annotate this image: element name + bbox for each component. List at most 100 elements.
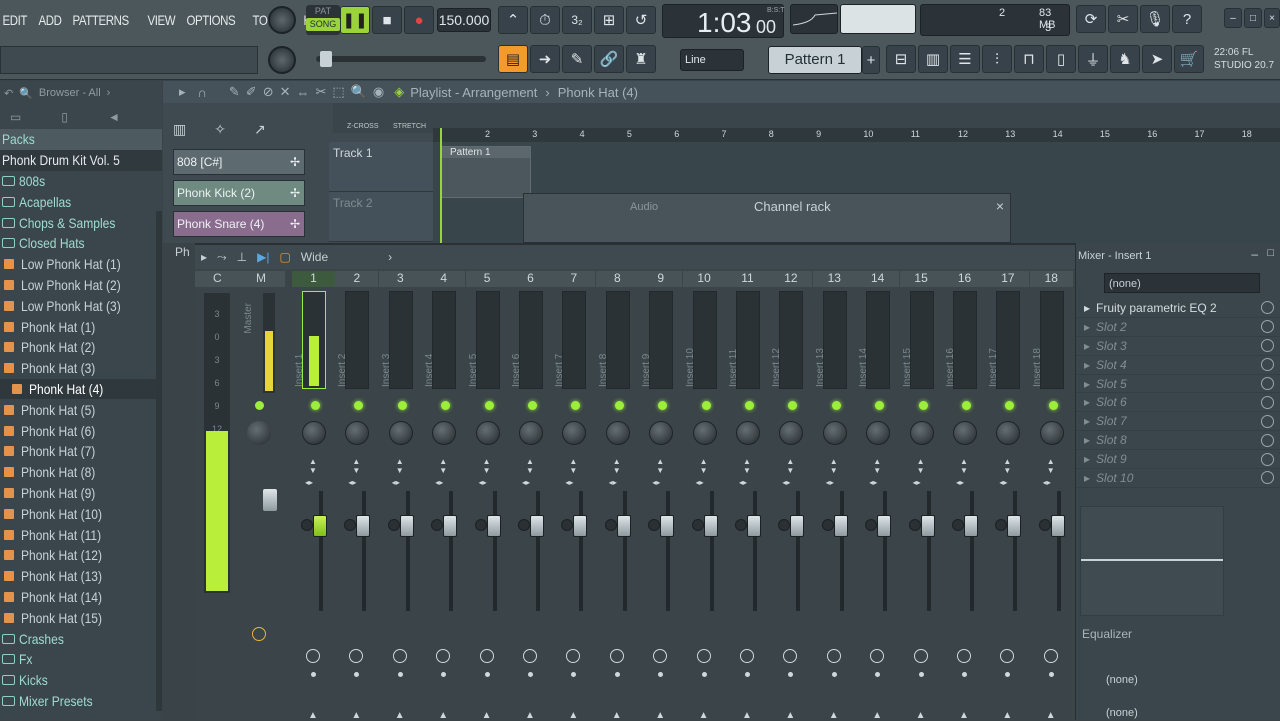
- swap-icon[interactable]: ▲ ▼: [786, 457, 794, 475]
- search-icon[interactable]: 🔍: [19, 87, 33, 100]
- playhead[interactable]: [440, 128, 442, 243]
- insert-strip[interactable]: 4 Insert 4 ▲ ▼ ◂▸ ▲: [422, 271, 466, 721]
- insert-stereo-knob[interactable]: [865, 519, 878, 531]
- browser-item[interactable]: Phonk Hat (2): [0, 337, 162, 358]
- track-header[interactable]: Track 1: [329, 142, 433, 192]
- insert-strip[interactable]: 8 Insert 8 ▲ ▼ ◂▸ ▲: [595, 271, 639, 721]
- effect-slot[interactable]: ▸ Slot 5: [1076, 375, 1280, 394]
- slip-tool-icon[interactable]: ⇔: [297, 85, 310, 100]
- swap-icon[interactable]: ▲ ▼: [309, 457, 317, 475]
- insert-stereo-knob[interactable]: [301, 519, 313, 531]
- insert-stereo-knob[interactable]: [561, 519, 574, 531]
- reset-icon[interactable]: ⟳: [1076, 5, 1106, 33]
- link-icon[interactable]: 🔗: [594, 45, 624, 73]
- piano-icon[interactable]: ▥: [173, 121, 186, 138]
- route-dot[interactable]: [528, 672, 533, 677]
- latency-icon[interactable]: [436, 649, 451, 663]
- insert-stereo-knob[interactable]: [387, 519, 400, 531]
- insert-enable-led[interactable]: [354, 401, 364, 410]
- insert-stereo-knob[interactable]: [735, 519, 747, 531]
- plugin-picker-icon[interactable]: ➤: [1142, 45, 1172, 73]
- swap-icon[interactable]: ▲ ▼: [743, 457, 751, 475]
- insert-strip[interactable]: 18 Insert 18 ▲ ▼ ◂▸ ▲: [1029, 271, 1073, 721]
- browser-item[interactable]: 808s: [0, 171, 162, 192]
- pattern-clip[interactable]: Pattern 1: [441, 146, 531, 198]
- route-dot[interactable]: [614, 672, 620, 677]
- record-button[interactable]: ●: [404, 6, 434, 34]
- menu-search-field[interactable]: [0, 46, 258, 74]
- insert-fader[interactable]: [1007, 515, 1022, 537]
- insert-fader[interactable]: [486, 515, 501, 537]
- latency-icon[interactable]: [349, 649, 364, 663]
- route-dot[interactable]: [745, 672, 750, 677]
- latency-icon[interactable]: [653, 649, 668, 663]
- playlist-icon[interactable]: ▤: [498, 45, 528, 73]
- help-icon[interactable]: ?: [1172, 5, 1202, 33]
- input-select[interactable]: (none): [1104, 273, 1260, 293]
- insert-enable-led[interactable]: [701, 401, 711, 410]
- insert-stereo-knob[interactable]: [995, 519, 1008, 531]
- slot-mix-knob[interactable]: [1261, 414, 1274, 428]
- insert-fader[interactable]: [877, 515, 892, 537]
- insert-close-icon[interactable]: □: [1267, 247, 1274, 259]
- browser-item[interactable]: Fx: [0, 649, 162, 670]
- arrow-right-icon[interactable]: ▸: [179, 84, 186, 100]
- add-pattern-button[interactable]: +: [862, 46, 880, 74]
- routing-icon[interactable]: ⊓: [1014, 45, 1044, 73]
- insert-strip[interactable]: 13 Insert 13 ▲ ▼ ◂▸ ▲: [812, 271, 856, 721]
- menu-item-patterns[interactable]: PATTERNS: [70, 12, 131, 28]
- latency-icon[interactable]: [696, 649, 711, 663]
- stereo-icon[interactable]: ◂▸: [348, 478, 356, 487]
- latency-icon[interactable]: [392, 649, 407, 663]
- insert-pan-knob[interactable]: [692, 421, 717, 445]
- stereo-icon[interactable]: ◂▸: [1043, 478, 1051, 487]
- magnet-icon[interactable]: ∩: [198, 85, 207, 100]
- insert-fader[interactable]: [443, 515, 458, 537]
- slot-mix-knob[interactable]: [1261, 320, 1274, 334]
- insert-pan-knob[interactable]: [388, 421, 413, 445]
- tempo-display[interactable]: 150.000: [437, 8, 491, 32]
- effect-slot[interactable]: ▸ Slot 8: [1076, 431, 1280, 451]
- pat-song-switch[interactable]: PAT SONG: [306, 5, 340, 35]
- mixer-view-arrow[interactable]: ›: [388, 250, 392, 264]
- swap-icon[interactable]: ▲ ▼: [1003, 457, 1011, 475]
- swap-icon[interactable]: ▲ ▼: [569, 457, 577, 475]
- cut-icon[interactable]: ✂: [1108, 5, 1138, 33]
- insert-pan-knob[interactable]: [822, 421, 847, 445]
- route-arrow-icon[interactable]: ▲: [655, 710, 665, 721]
- route-dot[interactable]: [962, 672, 967, 677]
- menu-item-add[interactable]: ADD: [36, 12, 64, 28]
- stop-button[interactable]: ■: [372, 6, 402, 34]
- shop-icon[interactable]: 🛒: [1174, 45, 1204, 73]
- file-icon[interactable]: ▯: [1046, 45, 1076, 73]
- stereo-icon[interactable]: ◂▸: [999, 478, 1007, 487]
- insert-enable-led[interactable]: [745, 401, 754, 410]
- browser-item[interactable]: Packs: [0, 129, 162, 150]
- performance-icon[interactable]: ♞: [1110, 45, 1140, 73]
- route-arrow-icon[interactable]: ▲: [959, 710, 969, 721]
- menu-item-edit[interactable]: EDIT: [0, 12, 29, 28]
- insert-stereo-knob[interactable]: [908, 519, 921, 531]
- effect-slot[interactable]: ▸ Fruity parametric EQ 2: [1076, 299, 1280, 318]
- insert-strip[interactable]: 11 Insert 11 ▲ ▼ ◂▸ ▲: [726, 271, 769, 721]
- stereo-icon[interactable]: ◂▸: [435, 478, 443, 487]
- slot-mix-knob[interactable]: [1261, 395, 1274, 409]
- browser-item[interactable]: Phonk Hat (10): [0, 503, 162, 524]
- swap-icon[interactable]: ▲ ▼: [352, 457, 360, 475]
- stereo-icon[interactable]: ◂▸: [869, 478, 877, 487]
- channel-rack-filter[interactable]: Audio: [630, 201, 658, 213]
- pause-button[interactable]: ❚❚: [340, 6, 370, 34]
- channel-rack-close-icon[interactable]: ×: [996, 198, 1004, 214]
- insert-strip[interactable]: 1 Insert 1 ▲ ▼ ◂▸ ▲: [292, 271, 335, 721]
- insert-strip[interactable]: 9 Insert 9 ▲ ▼ ◂▸ ▲: [639, 271, 683, 721]
- route-dot[interactable]: [441, 672, 447, 677]
- insert-pan-knob[interactable]: [302, 421, 326, 445]
- insert-fader[interactable]: [703, 515, 718, 537]
- insert-fader[interactable]: [573, 515, 588, 537]
- insert-pan-knob[interactable]: [519, 421, 543, 445]
- insert-fader[interactable]: [747, 515, 761, 537]
- insert-enable-led[interactable]: [528, 401, 537, 410]
- mixer-menu-icon[interactable]: ▸: [201, 250, 207, 264]
- slot-mix-knob[interactable]: [1261, 301, 1274, 315]
- insert-enable-led[interactable]: [875, 401, 885, 410]
